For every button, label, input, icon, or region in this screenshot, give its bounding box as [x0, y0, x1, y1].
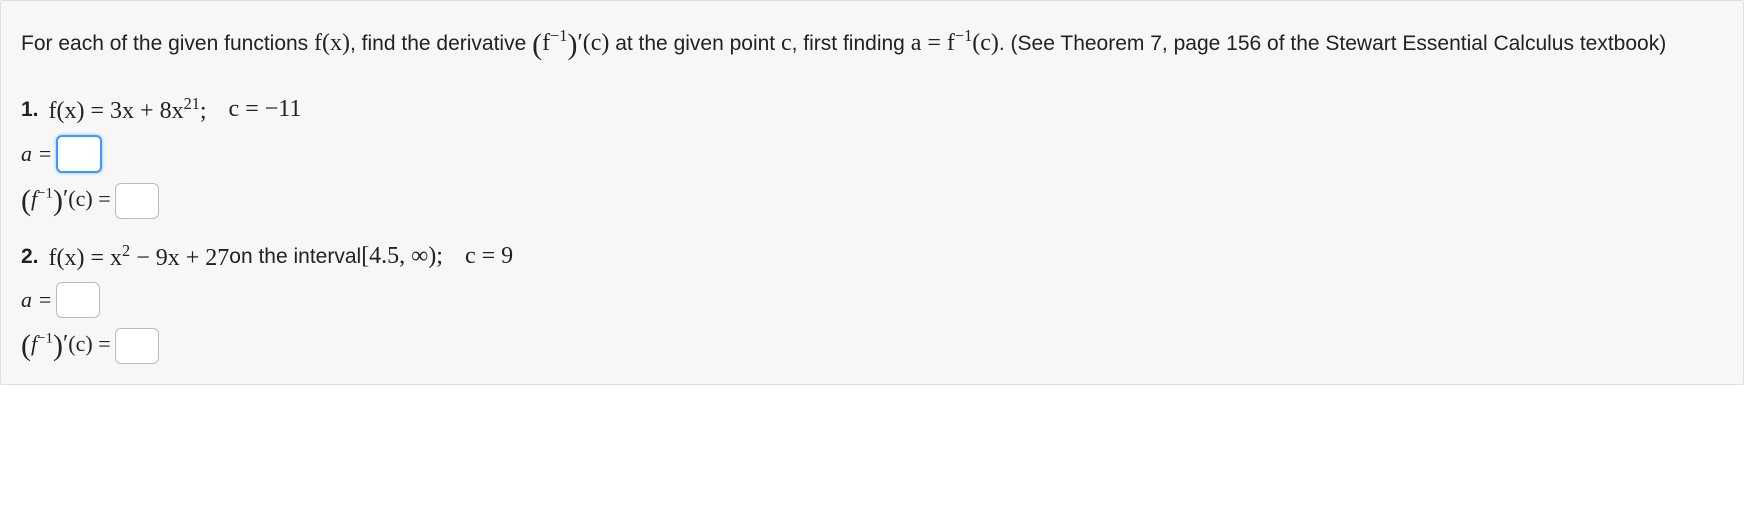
- problem-1-deriv-input[interactable]: [115, 183, 159, 219]
- intro-carg2: (c): [972, 30, 999, 56]
- intro-text-5: . (See Theorem 7, page 156 of the Stewar…: [999, 32, 1666, 55]
- problem-2-a-row: a =: [21, 282, 1723, 318]
- problem-1-exp: 21: [184, 94, 200, 113]
- intro-finv-exp: −1: [550, 26, 567, 45]
- problem-1: 1. f(x) = 3x + 8x21; c = −11 a = (f−1)′(…: [21, 94, 1723, 219]
- instructions-text: For each of the given functions f(x), fi…: [21, 19, 1723, 70]
- problem-2-a-input[interactable]: [56, 282, 100, 318]
- p2-deriv-open: (: [21, 329, 31, 362]
- problem-2-exp: 2: [122, 241, 130, 260]
- problem-2-c: c = 9: [465, 243, 513, 270]
- intro-text-2: , find the derivative: [350, 32, 532, 55]
- p1-deriv-c: (c) =: [68, 186, 110, 211]
- problem-2-func: f(x) = x: [49, 245, 123, 271]
- p1-deriv-close: ): [53, 184, 63, 217]
- p2-deriv-neg1: −1: [37, 331, 53, 347]
- problem-2-interval: [4.5, ∞): [361, 243, 436, 270]
- paren-open: (: [532, 28, 542, 61]
- problem-2-interval-text: on the interval: [229, 245, 361, 269]
- p1-deriv-neg1: −1: [37, 186, 53, 202]
- intro-text-3: at the given point: [609, 32, 781, 55]
- intro-text-1: For each of the given functions: [21, 32, 314, 55]
- intro-finv2-exp: −1: [955, 26, 972, 45]
- problem-1-number: 1.: [21, 98, 39, 122]
- intro-finv2-f: f: [947, 30, 955, 56]
- problem-1-c: c = −11: [229, 96, 302, 123]
- problem-2-a-label: a =: [21, 287, 52, 313]
- problem-2-deriv-row: (f−1)′(c) =: [21, 328, 1723, 364]
- intro-text-4: , first finding: [792, 32, 911, 55]
- problem-1-a-row: a =: [21, 135, 1723, 173]
- p2-deriv-c: (c) =: [68, 331, 110, 356]
- problem-2: 2. f(x) = x2 − 9x + 27 on the interval […: [21, 241, 1723, 364]
- intro-fx: f(x): [314, 30, 350, 56]
- intro-carg: (c): [583, 30, 610, 56]
- problem-2-deriv-input[interactable]: [115, 328, 159, 364]
- problem-2-semicolon: ;: [436, 243, 443, 270]
- problem-2-number: 2.: [21, 245, 39, 269]
- paren-close: ): [567, 28, 577, 61]
- problem-1-deriv-row: (f−1)′(c) =: [21, 183, 1723, 219]
- problem-1-func: f(x) = 3x + 8x: [49, 98, 184, 124]
- problem-1-semicolon: ;: [200, 98, 207, 124]
- problem-container: For each of the given functions f(x), fi…: [0, 0, 1744, 385]
- p2-deriv-close: ): [53, 329, 63, 362]
- problem-1-a-input[interactable]: [56, 135, 102, 173]
- intro-finv-f: f: [542, 30, 550, 56]
- problem-2-tail: − 9x + 27: [130, 245, 229, 271]
- intro-cvar: c: [781, 30, 792, 56]
- problem-1-a-label: a =: [21, 141, 52, 167]
- problem-1-statement: 1. f(x) = 3x + 8x21; c = −11: [21, 94, 1723, 125]
- problem-2-statement: 2. f(x) = x2 − 9x + 27 on the interval […: [21, 241, 1723, 272]
- p1-deriv-open: (: [21, 184, 31, 217]
- intro-aeq: a =: [911, 30, 947, 56]
